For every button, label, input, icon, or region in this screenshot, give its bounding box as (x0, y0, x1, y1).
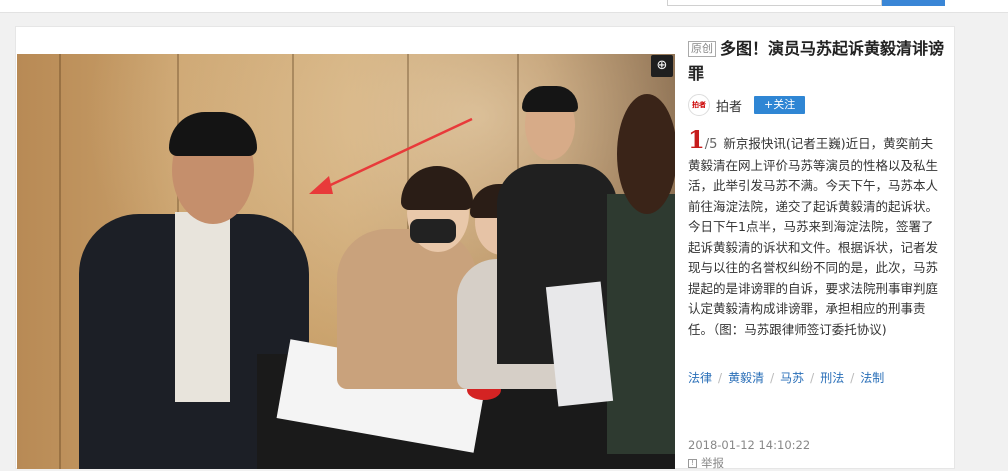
search-input[interactable] (667, 0, 882, 6)
tag-link[interactable]: 法律 (688, 371, 712, 385)
flag-icon: ! (688, 458, 697, 468)
tag-separator: / (850, 371, 855, 385)
caption-text: 新京报快讯(记者王巍)近日，黄奕前夫黄毅清在网上评价马苏等演员的性格以及私生活，… (688, 136, 939, 337)
article-header: 原创 多图！演员马苏起诉黄毅清诽谤罪 (688, 36, 944, 86)
tag-link[interactable]: 黄毅清 (728, 371, 764, 385)
original-badge: 原创 (688, 41, 716, 57)
tag-separator: / (718, 371, 723, 385)
zoom-in-icon[interactable]: ⊕ (651, 55, 673, 77)
tag-link[interactable]: 刑法 (820, 371, 844, 385)
tag-separator: / (770, 371, 775, 385)
tag-list: 法律 / 黄毅清 / 马苏 / 刑法 / 法制 (688, 369, 884, 386)
tag-link[interactable]: 法制 (860, 371, 884, 385)
author-name[interactable]: 拍者 (716, 96, 742, 115)
tag-link[interactable]: 马苏 (780, 371, 804, 385)
top-bar (0, 0, 1008, 13)
article-photo[interactable] (17, 54, 675, 469)
follow-button[interactable]: +关注 (754, 96, 806, 114)
photo-caption: 1/5 新京报快讯(记者王巍)近日，黄奕前夫黄毅清在网上评价马苏等演员的性格以及私… (688, 128, 940, 340)
tag-separator: / (810, 371, 815, 385)
article-title: 多图！演员马苏起诉黄毅清诽谤罪 (688, 39, 945, 83)
article-title-row: 原创 多图！演员马苏起诉黄毅清诽谤罪 (688, 36, 944, 86)
photo-index-current: 1 (688, 125, 705, 154)
photo-index-total: /5 (704, 137, 718, 152)
publish-timestamp: 2018-01-12 14:10:22 (688, 438, 811, 452)
search-button[interactable] (882, 0, 945, 6)
author-row: 拍者 拍者 +关注 (688, 94, 806, 116)
author-avatar[interactable]: 拍者 (688, 94, 710, 116)
